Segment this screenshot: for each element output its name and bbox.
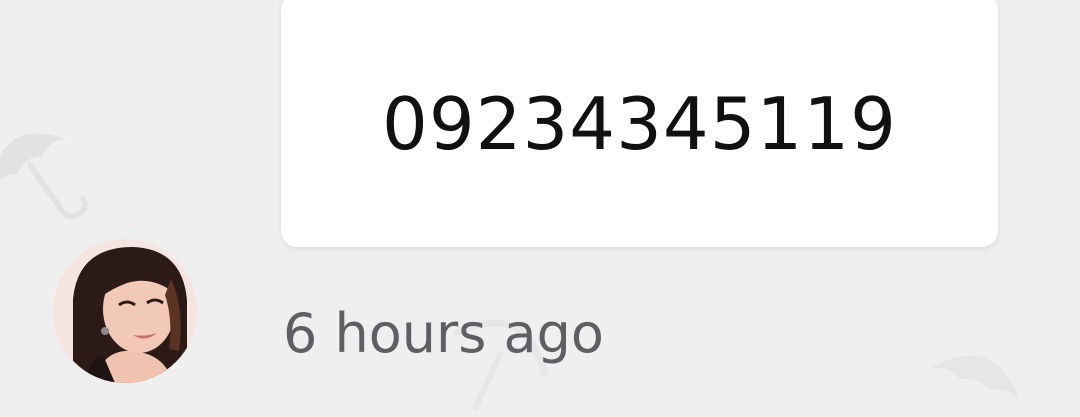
sender-avatar[interactable] [53, 239, 197, 383]
message-timestamp: 6 hours ago [283, 302, 604, 365]
umbrella-doodle-icon [0, 133, 89, 220]
user-avatar-photo-icon [53, 239, 197, 383]
message-text: 09234345119 [382, 81, 897, 166]
umbrella-doodle-icon [929, 355, 1021, 402]
message-bubble[interactable]: 09234345119 [281, 0, 998, 247]
